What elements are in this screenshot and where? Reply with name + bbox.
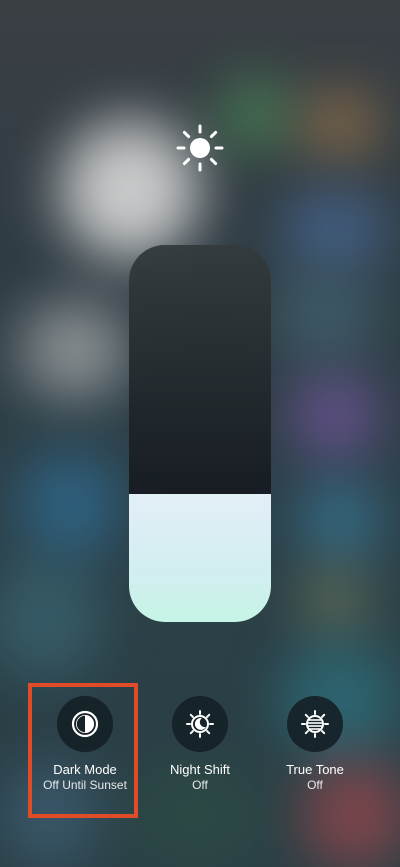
highlight-box xyxy=(28,683,138,818)
brightness-slider[interactable] xyxy=(129,245,271,622)
sun-icon xyxy=(176,124,224,172)
true-tone-label: True Tone xyxy=(286,762,344,777)
slider-fill xyxy=(129,493,271,622)
true-tone-status: Off xyxy=(307,778,323,792)
true-tone-toggle[interactable]: True Tone Off xyxy=(250,696,380,793)
night-shift-status: Off xyxy=(192,778,208,792)
slider-track-empty xyxy=(129,245,271,494)
night-shift-icon[interactable] xyxy=(172,696,228,752)
night-shift-label: Night Shift xyxy=(170,762,230,777)
true-tone-icon[interactable] xyxy=(287,696,343,752)
night-shift-toggle[interactable]: Night Shift Off xyxy=(135,696,265,793)
